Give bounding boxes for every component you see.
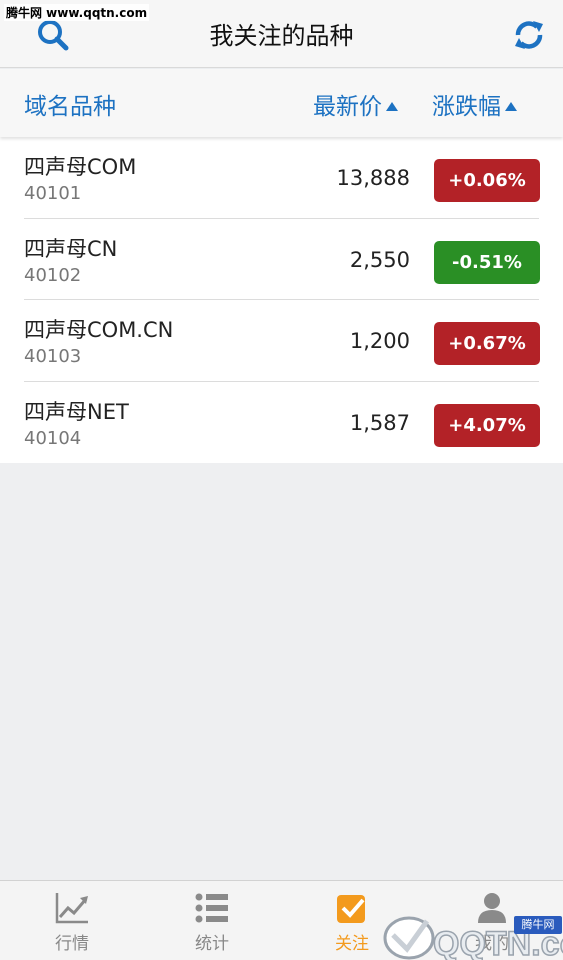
item-code: 40104 bbox=[24, 427, 82, 449]
column-header: 域名品种 最新价 涨跌幅 bbox=[0, 69, 563, 137]
page-title: 我关注的品种 bbox=[209, 22, 354, 50]
item-name: 四声母CN bbox=[24, 236, 118, 261]
item-price: 1,587 bbox=[349, 410, 410, 435]
sort-up-icon bbox=[386, 102, 398, 111]
change-badge[interactable]: +0.67% bbox=[434, 322, 540, 365]
column-name-header: 域名品种 bbox=[24, 94, 116, 120]
item-code: 40102 bbox=[24, 264, 82, 286]
item-price: 2,550 bbox=[349, 247, 410, 272]
item-name: 四声母COM bbox=[24, 155, 137, 179]
change-badge[interactable]: +0.06% bbox=[434, 159, 540, 202]
sort-up-icon bbox=[505, 102, 517, 111]
change-badge[interactable]: +4.07% bbox=[434, 403, 540, 447]
tab-label: 统计 bbox=[195, 934, 229, 954]
list-item[interactable]: 四声母CN 40102 2,550 -0.51% bbox=[0, 219, 563, 300]
change-badge[interactable]: -0.51% bbox=[434, 240, 540, 284]
item-code: 40103 bbox=[24, 346, 82, 367]
item-price: 13,888 bbox=[336, 166, 410, 190]
tab-market[interactable]: 行情 bbox=[2, 881, 142, 960]
list-item[interactable]: 四声母COM.CN 40103 1,200 +0.67% bbox=[0, 300, 563, 382]
tab-statistics[interactable]: 统计 bbox=[142, 881, 282, 960]
item-name: 四声母COM.CN bbox=[24, 318, 174, 342]
list-icon bbox=[195, 893, 228, 923]
checkbox-icon bbox=[337, 895, 365, 923]
price-column-label: 最新价 bbox=[313, 94, 382, 120]
item-name: 四声母NET bbox=[24, 399, 129, 424]
item-price: 1,200 bbox=[349, 329, 410, 353]
watchlist: 四声母COM 40101 13,888 +0.06% 四声母CN 40102 2… bbox=[0, 137, 563, 463]
list-item[interactable]: 四声母NET 40104 1,587 +4.07% bbox=[0, 382, 563, 464]
refresh-icon[interactable] bbox=[512, 18, 546, 52]
list-item[interactable]: 四声母COM 40101 13,888 +0.06% bbox=[0, 137, 563, 219]
watermark-text: 腾牛网 www.qqtn.com bbox=[4, 4, 150, 21]
change-column-label: 涨跌幅 bbox=[432, 94, 501, 120]
trend-chart-icon bbox=[55, 893, 88, 924]
sort-change-button[interactable]: 涨跌幅 bbox=[432, 87, 517, 121]
item-code: 40101 bbox=[24, 183, 82, 204]
sort-price-button[interactable]: 最新价 bbox=[313, 87, 398, 121]
tab-label: 行情 bbox=[55, 934, 89, 954]
brand-mini-label: 腾牛网 bbox=[514, 916, 562, 934]
